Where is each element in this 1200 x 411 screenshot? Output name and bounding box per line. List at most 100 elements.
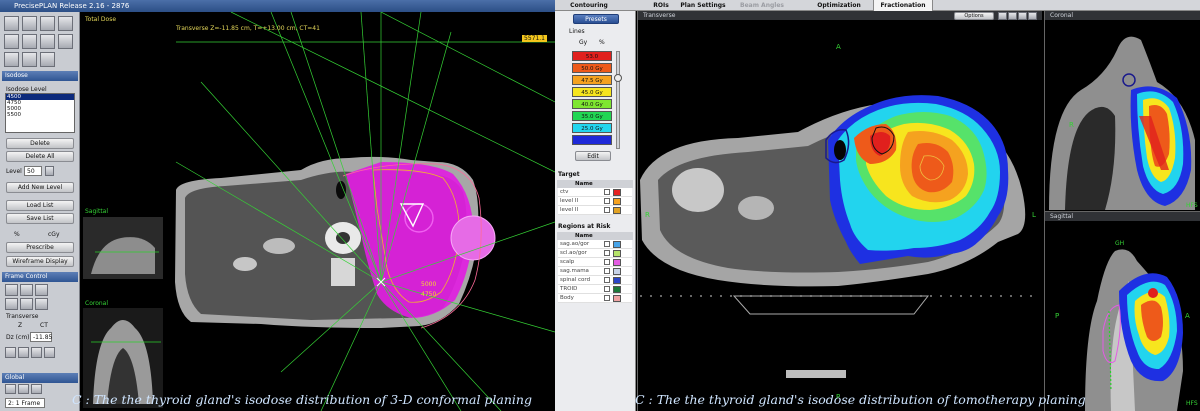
options-button[interactable]: Options	[954, 12, 994, 20]
patient-view-icon[interactable]	[5, 298, 18, 310]
fast-forward-icon[interactable]	[1028, 12, 1037, 20]
roi-row[interactable]: level II	[558, 206, 632, 215]
dose-band[interactable]	[572, 135, 612, 145]
dose-band[interactable]: 50.0 Gy	[572, 63, 612, 73]
previous-icon[interactable]	[1008, 12, 1017, 20]
display-mode-icon[interactable]	[5, 384, 16, 394]
tab-fractionation[interactable]: Fractionation	[873, 0, 933, 11]
roi-visible-checkbox[interactable]	[604, 207, 610, 213]
playback-icon[interactable]	[44, 347, 55, 358]
roi-color-swatch[interactable]	[613, 268, 621, 275]
roi-row[interactable]: ctv	[558, 188, 632, 197]
patient-view-icon[interactable]	[20, 284, 33, 296]
unit-cgy-radio[interactable]: cGy	[48, 231, 60, 238]
ct-radio[interactable]: CT	[40, 322, 48, 329]
sagittal-viewer[interactable]: Sagittal GH P A HFS	[1044, 211, 1200, 411]
roi-visible-checkbox[interactable]	[604, 241, 610, 247]
display-mode-icon[interactable]	[31, 384, 42, 394]
edit-button[interactable]: Edit	[575, 151, 611, 161]
layers-tool-icon[interactable]	[40, 34, 55, 49]
roi-color-swatch[interactable]	[613, 198, 621, 205]
roi-visible-checkbox[interactable]	[604, 250, 610, 256]
tab-optimization[interactable]: Optimization	[813, 0, 865, 11]
zoom-tool-icon[interactable]	[40, 16, 55, 31]
frame-select[interactable]: 2: 1 Frame	[5, 398, 45, 408]
roi-color-swatch[interactable]	[613, 259, 621, 266]
delete-all-button[interactable]: Delete All	[6, 151, 74, 162]
presets-button[interactable]: Presets	[573, 14, 619, 24]
roi-row[interactable]: Body	[558, 294, 632, 303]
prescribe-button[interactable]: Prescribe	[6, 242, 74, 253]
roi-visible-checkbox[interactable]	[604, 198, 610, 204]
settings-tool-icon[interactable]	[22, 52, 37, 67]
display-mode-icon[interactable]	[18, 384, 29, 394]
tab-plan-settings[interactable]: Plan Settings	[675, 0, 731, 11]
dose-band[interactable]: 47.5 Gy	[572, 75, 612, 85]
add-new-level-button[interactable]: Add New Level	[6, 182, 74, 193]
coronal-viewer[interactable]: Coronal R HFS	[1044, 11, 1200, 211]
roi-visible-checkbox[interactable]	[604, 189, 610, 195]
dose-band[interactable]: 25.0 Gy	[572, 123, 612, 133]
isodose-level-list[interactable]: 4500 4750 5000 5500	[5, 93, 75, 133]
patient-view-icon[interactable]	[35, 284, 48, 296]
display-tool-icon[interactable]	[40, 52, 55, 67]
roi-row[interactable]: scl.ao/gor	[558, 249, 632, 258]
pointer-tool-icon[interactable]	[4, 16, 19, 31]
dose-band[interactable]: 40.0 Gy	[572, 99, 612, 109]
patient-view-icon[interactable]	[20, 298, 33, 310]
wireframe-display-button[interactable]: Wireframe Display	[6, 256, 74, 267]
tab-contouring[interactable]: Contouring	[569, 0, 609, 11]
roi-row[interactable]: TROID	[558, 285, 632, 294]
tab-rois[interactable]: ROIs	[647, 0, 675, 11]
playback-icon[interactable]	[31, 347, 42, 358]
ellipse-tool-icon[interactable]	[58, 34, 73, 49]
roi-color-swatch[interactable]	[613, 189, 621, 196]
isodose-level-item[interactable]: 5500	[6, 112, 74, 118]
tab-beam-angles[interactable]: Beam Angles	[735, 0, 789, 11]
hand-tool-icon[interactable]	[22, 16, 37, 31]
dz-input[interactable]: -11.85	[30, 332, 52, 342]
roi-row[interactable]: spinal cord	[558, 276, 632, 285]
roi-color-swatch[interactable]	[613, 207, 621, 214]
roi-visible-checkbox[interactable]	[604, 259, 610, 265]
dose-band[interactable]: 45.0 Gy	[572, 87, 612, 97]
roi-row[interactable]: scalp	[558, 258, 632, 267]
contour-tool-icon[interactable]	[58, 16, 73, 31]
gy-radio[interactable]: Gy	[579, 39, 587, 46]
roi-color-swatch[interactable]	[613, 241, 621, 248]
delete-button[interactable]: Delete	[6, 138, 74, 149]
level-spinner-icon[interactable]	[45, 166, 54, 176]
dose-slider-handle[interactable]	[614, 74, 622, 82]
next-icon[interactable]	[1018, 12, 1027, 20]
percent-radio[interactable]: %	[599, 39, 605, 46]
dose-band[interactable]: 35.0 Gy	[572, 111, 612, 121]
transverse-viewer[interactable]: Transverse Options A P R L	[637, 11, 1042, 411]
roi-row[interactable]: sag.ao/gor	[558, 240, 632, 249]
roi-visible-checkbox[interactable]	[604, 268, 610, 274]
roi-color-swatch[interactable]	[613, 295, 621, 302]
roi-row[interactable]: sag.mama	[558, 267, 632, 276]
roi-color-swatch[interactable]	[613, 250, 621, 257]
roi-visible-checkbox[interactable]	[604, 277, 610, 283]
roi-color-swatch[interactable]	[613, 286, 621, 293]
roi-visible-checkbox[interactable]	[604, 295, 610, 301]
lines-checkbox[interactable]: Lines	[569, 28, 585, 35]
load-list-button[interactable]: Load List	[6, 200, 74, 211]
left-image-viewer[interactable]: Total Dose Transverse Z=-11.85 cm, T=+13…	[81, 12, 555, 411]
level-input[interactable]: 50	[24, 166, 42, 176]
beam-tool-icon[interactable]	[4, 34, 19, 49]
roi-row[interactable]: level II	[558, 197, 632, 206]
grid-tool-icon[interactable]	[4, 52, 19, 67]
dose-tool-icon[interactable]	[22, 34, 37, 49]
rewind-icon[interactable]	[998, 12, 1007, 20]
dose-slider-track[interactable]	[616, 51, 620, 149]
save-list-button[interactable]: Save List	[6, 213, 74, 224]
roi-visible-checkbox[interactable]	[604, 286, 610, 292]
z-radio[interactable]: Z	[18, 322, 22, 329]
patient-view-icon[interactable]	[35, 298, 48, 310]
patient-view-icon[interactable]	[5, 284, 18, 296]
unit-percent-radio[interactable]: %	[14, 231, 20, 238]
playback-icon[interactable]	[18, 347, 29, 358]
roi-color-swatch[interactable]	[613, 277, 621, 284]
playback-icon[interactable]	[5, 347, 16, 358]
